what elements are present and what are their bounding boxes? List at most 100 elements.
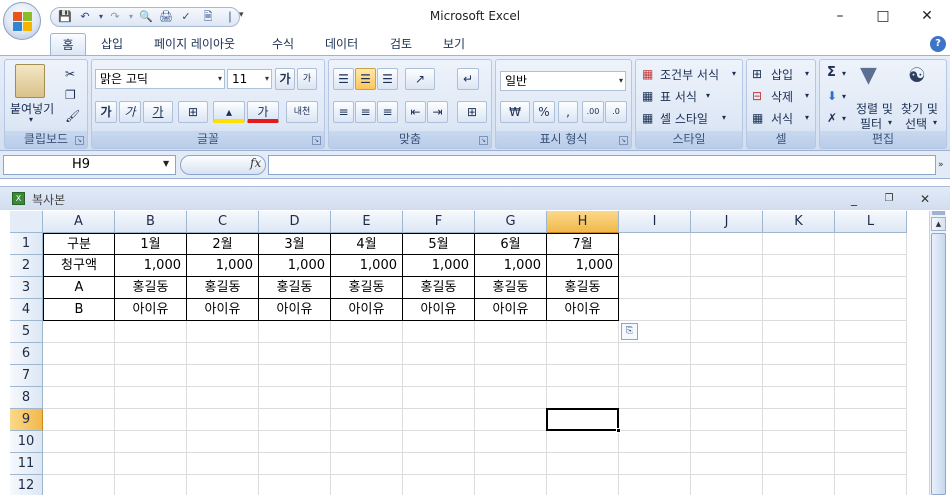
cell-d4[interactable]: 아이유	[259, 299, 331, 321]
underline-button[interactable]: 가	[143, 101, 173, 123]
fill-handle[interactable]	[616, 428, 621, 433]
cell-k12[interactable]	[763, 475, 835, 495]
vertical-scrollbar[interactable]: ▲	[929, 211, 946, 495]
column-header-a[interactable]: A	[43, 211, 115, 233]
cell-e2[interactable]: 1,000	[331, 255, 403, 277]
cell-a10[interactable]	[43, 431, 115, 453]
workbook-minimize-icon[interactable]: _	[846, 191, 862, 207]
clear-dropdown-icon[interactable]: ▾	[842, 112, 846, 126]
cell-j12[interactable]	[691, 475, 763, 495]
cell-j9[interactable]	[691, 409, 763, 431]
cell-e1[interactable]: 4월	[331, 233, 403, 255]
cell-f12[interactable]	[403, 475, 475, 495]
row-header-6[interactable]: 6	[10, 343, 43, 365]
insert-cells-button[interactable]: 삽입	[771, 66, 793, 83]
worksheet-grid[interactable]: A B C D E F G H I J K L 1 구분 1월 2월 3월 4월 5월 6월 7월 2 청구액 1,000 1,…	[10, 211, 929, 495]
cell-c8[interactable]	[187, 387, 259, 409]
cell-g4[interactable]: 아이유	[475, 299, 547, 321]
cell-h8[interactable]	[547, 387, 619, 409]
cell-h5[interactable]	[547, 321, 619, 343]
cell-f5[interactable]	[403, 321, 475, 343]
cell-k10[interactable]	[763, 431, 835, 453]
cell-k7[interactable]	[763, 365, 835, 387]
format-as-table-button[interactable]: 표 서식	[660, 88, 697, 105]
tab-data[interactable]: 데이터	[317, 33, 366, 55]
align-center-button[interactable]: ≡	[355, 101, 376, 123]
row-header-9[interactable]: 9	[10, 409, 43, 431]
tab-page-layout[interactable]: 페이지 레이아웃	[146, 33, 243, 55]
cell-b5[interactable]	[115, 321, 187, 343]
cell-f6[interactable]	[403, 343, 475, 365]
cell-l10[interactable]	[835, 431, 907, 453]
decrease-indent-button[interactable]: ⇤	[405, 101, 426, 123]
cell-g5[interactable]	[475, 321, 547, 343]
increase-indent-button[interactable]: ⇥	[427, 101, 448, 123]
cell-i11[interactable]	[619, 453, 691, 475]
cell-e9[interactable]	[331, 409, 403, 431]
cell-g7[interactable]	[475, 365, 547, 387]
cell-j5[interactable]	[691, 321, 763, 343]
office-button[interactable]	[3, 2, 41, 40]
cell-i7[interactable]	[619, 365, 691, 387]
sort-filter-dropdown-icon[interactable]: ▾	[888, 116, 892, 130]
tab-home[interactable]: 홈	[50, 33, 86, 55]
cell-g3[interactable]: 홍길동	[475, 277, 547, 299]
row-header-4[interactable]: 4	[10, 299, 43, 321]
autosum-dropdown-icon[interactable]: ▾	[842, 67, 846, 81]
cell-k8[interactable]	[763, 387, 835, 409]
align-middle-button[interactable]: ☰	[355, 68, 376, 90]
grow-font-button[interactable]: 가	[275, 68, 295, 90]
font-name-combo[interactable]: 맑은 고딕 ▾	[95, 69, 225, 89]
wrap-text-button[interactable]: ↵	[457, 68, 479, 90]
cell-styles-button[interactable]: 셀 스타일	[660, 110, 708, 127]
cell-f4[interactable]: 아이유	[403, 299, 475, 321]
cell-a1[interactable]: 구분	[43, 233, 115, 255]
cell-b8[interactable]	[115, 387, 187, 409]
cell-b7[interactable]	[115, 365, 187, 387]
cell-e6[interactable]	[331, 343, 403, 365]
bold-button[interactable]: 가	[95, 101, 117, 123]
select-all-corner[interactable]	[10, 211, 43, 233]
cell-i9[interactable]	[619, 409, 691, 431]
cell-i8[interactable]	[619, 387, 691, 409]
cell-k1[interactable]	[763, 233, 835, 255]
cell-f10[interactable]	[403, 431, 475, 453]
cell-c10[interactable]	[187, 431, 259, 453]
cell-e3[interactable]: 홍길동	[331, 277, 403, 299]
cell-c5[interactable]	[187, 321, 259, 343]
cell-d1[interactable]: 3월	[259, 233, 331, 255]
cell-e11[interactable]	[331, 453, 403, 475]
increase-decimal-button[interactable]: .00	[582, 101, 604, 123]
cell-c12[interactable]	[187, 475, 259, 495]
column-header-l[interactable]: L	[835, 211, 907, 233]
cell-h1[interactable]: 7월	[547, 233, 619, 255]
cell-l3[interactable]	[835, 277, 907, 299]
cell-l8[interactable]	[835, 387, 907, 409]
cell-j11[interactable]	[691, 453, 763, 475]
cell-j7[interactable]	[691, 365, 763, 387]
cell-g10[interactable]	[475, 431, 547, 453]
cell-e8[interactable]	[331, 387, 403, 409]
find-select-dropdown-icon[interactable]: ▾	[933, 116, 937, 130]
clear-icon[interactable]: ✗	[827, 111, 837, 125]
cell-i2[interactable]	[619, 255, 691, 277]
orientation-button[interactable]: ↗	[405, 68, 435, 90]
cell-c11[interactable]	[187, 453, 259, 475]
column-header-k[interactable]: K	[763, 211, 835, 233]
cell-l4[interactable]	[835, 299, 907, 321]
cell-c1[interactable]: 2월	[187, 233, 259, 255]
merge-center-button[interactable]: ⊞	[457, 101, 487, 123]
cell-l7[interactable]	[835, 365, 907, 387]
cell-c4[interactable]: 아이유	[187, 299, 259, 321]
cell-d3[interactable]: 홍길동	[259, 277, 331, 299]
row-header-5[interactable]: 5	[10, 321, 43, 343]
cell-l1[interactable]	[835, 233, 907, 255]
cell-j1[interactable]	[691, 233, 763, 255]
cell-h2[interactable]: 1,000	[547, 255, 619, 277]
cell-b4[interactable]: 아이유	[115, 299, 187, 321]
cell-f7[interactable]	[403, 365, 475, 387]
insert-cells-dropdown-icon[interactable]: ▾	[805, 67, 809, 81]
cell-c7[interactable]	[187, 365, 259, 387]
cell-l2[interactable]	[835, 255, 907, 277]
cell-j8[interactable]	[691, 387, 763, 409]
